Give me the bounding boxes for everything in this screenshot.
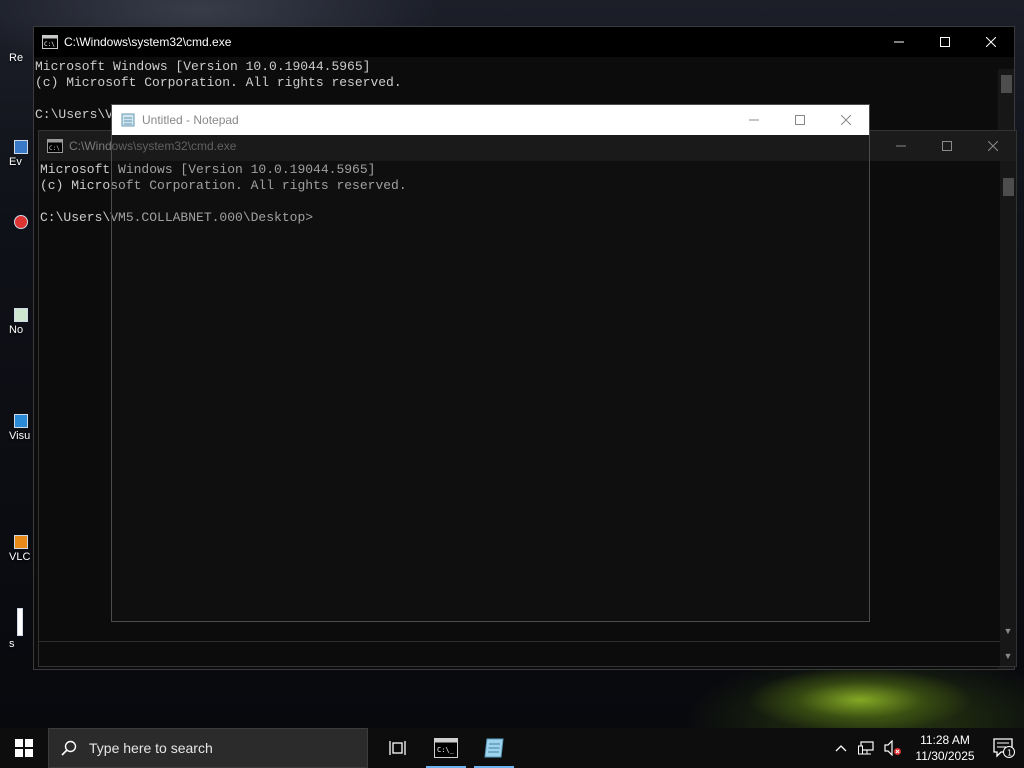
desktop-icon-label: Ev xyxy=(9,156,22,168)
close-button[interactable] xyxy=(970,131,1016,161)
maximize-button[interactable] xyxy=(924,131,970,161)
chevron-up-icon[interactable] xyxy=(828,744,854,752)
notification-icon: 1 xyxy=(993,738,1015,758)
notepad-window[interactable]: Untitled - Notepad xyxy=(111,104,870,622)
windows-logo-icon xyxy=(15,739,33,757)
search-icon xyxy=(49,740,89,756)
file-icon xyxy=(17,608,23,636)
svg-text:C:\: C:\ xyxy=(49,145,60,152)
close-button[interactable] xyxy=(823,105,869,135)
title-bar[interactable]: Untitled - Notepad xyxy=(112,105,869,135)
desktop-icon-file[interactable]: s xyxy=(0,608,32,650)
desktop-icon-label: s xyxy=(9,638,15,650)
start-button[interactable] xyxy=(0,728,48,768)
console-line: Microsoft Windows [Version 10.0.19044.59… xyxy=(35,59,371,74)
svg-text:C:\: C:\ xyxy=(44,41,55,48)
maximize-button[interactable] xyxy=(777,105,823,135)
desktop-icon-vlc[interactable]: VLC xyxy=(0,535,32,563)
taskbar-app-notepad[interactable] xyxy=(470,728,518,768)
vlc-icon xyxy=(14,535,28,549)
taskbar: Type here to search C:\_ 11:28 AM 11/30/… xyxy=(0,728,1024,768)
system-tray: 11:28 AM 11/30/2025 1 xyxy=(828,728,1024,768)
cmd-app-icon: C:\ xyxy=(47,139,63,153)
desktop-icon-label: Re xyxy=(9,52,24,64)
notepad-text-area[interactable] xyxy=(112,135,869,621)
task-view-icon xyxy=(389,741,406,755)
notification-count: 1 xyxy=(1007,749,1012,758)
close-icon xyxy=(986,37,996,47)
window-title: C:\Windows\system32\cmd.exe xyxy=(64,35,232,49)
app-icon xyxy=(14,140,28,154)
maximize-button[interactable] xyxy=(922,27,968,57)
svg-text:C:\_: C:\_ xyxy=(437,746,455,754)
cmd-app-icon: C:\ xyxy=(42,35,58,49)
minimize-button[interactable] xyxy=(876,27,922,57)
cmd-app-icon: C:\_ xyxy=(434,738,458,758)
taskbar-search-box[interactable]: Type here to search xyxy=(48,728,368,768)
minimize-icon xyxy=(749,119,759,121)
minimize-icon xyxy=(896,145,906,147)
console-bottom-strip xyxy=(39,641,1000,666)
close-button[interactable] xyxy=(968,27,1014,57)
minimize-button[interactable] xyxy=(878,131,924,161)
clock-time: 11:28 AM xyxy=(920,733,970,747)
desktop-icon-notepad[interactable]: No xyxy=(0,308,32,336)
notepad-app-icon xyxy=(484,738,504,758)
scroll-down-arrow-icon[interactable]: ▼ xyxy=(1000,623,1016,639)
desktop-icon-browser[interactable] xyxy=(0,215,32,231)
notepad-icon xyxy=(14,308,28,322)
window-title: Untitled - Notepad xyxy=(142,113,239,127)
notepad-app-icon xyxy=(121,113,135,127)
volume-muted-icon[interactable] xyxy=(880,740,906,756)
desktop-icon-recycle-bin[interactable]: Re xyxy=(0,52,32,64)
vertical-scrollbar[interactable]: ▼ ▼ xyxy=(1000,161,1016,666)
scroll-down-arrow-icon[interactable]: ▼ xyxy=(1000,648,1016,664)
minimize-icon xyxy=(894,41,904,43)
clock-date: 11/30/2025 xyxy=(915,749,975,763)
search-placeholder: Type here to search xyxy=(89,740,213,756)
maximize-icon xyxy=(795,115,805,125)
minimize-button[interactable] xyxy=(731,105,777,135)
desktop-icon-vscode[interactable]: Visu xyxy=(0,414,32,442)
desktop-icon-label: Visu xyxy=(9,430,31,442)
desktop-icon-label: No xyxy=(9,324,24,336)
desktop-icon-ev[interactable]: Ev xyxy=(0,140,32,168)
console-line: (c) Microsoft Corporation. All rights re… xyxy=(35,75,402,90)
task-view-button[interactable] xyxy=(374,728,422,768)
close-icon xyxy=(841,115,851,125)
taskbar-clock[interactable]: 11:28 AM 11/30/2025 xyxy=(906,732,984,764)
desktop-icon-label: VLC xyxy=(9,551,31,563)
maximize-icon xyxy=(942,141,952,151)
maximize-icon xyxy=(940,37,950,47)
action-center-button[interactable]: 1 xyxy=(984,738,1024,758)
vscode-icon xyxy=(14,414,28,428)
title-bar[interactable]: C:\ C:\Windows\system32\cmd.exe xyxy=(34,27,1014,57)
taskbar-app-cmd[interactable]: C:\_ xyxy=(422,728,470,768)
scrollbar-thumb[interactable] xyxy=(1003,178,1014,196)
network-icon[interactable] xyxy=(854,740,880,756)
scrollbar-thumb[interactable] xyxy=(1001,75,1012,93)
close-icon xyxy=(988,141,998,151)
browser-icon xyxy=(14,215,28,229)
